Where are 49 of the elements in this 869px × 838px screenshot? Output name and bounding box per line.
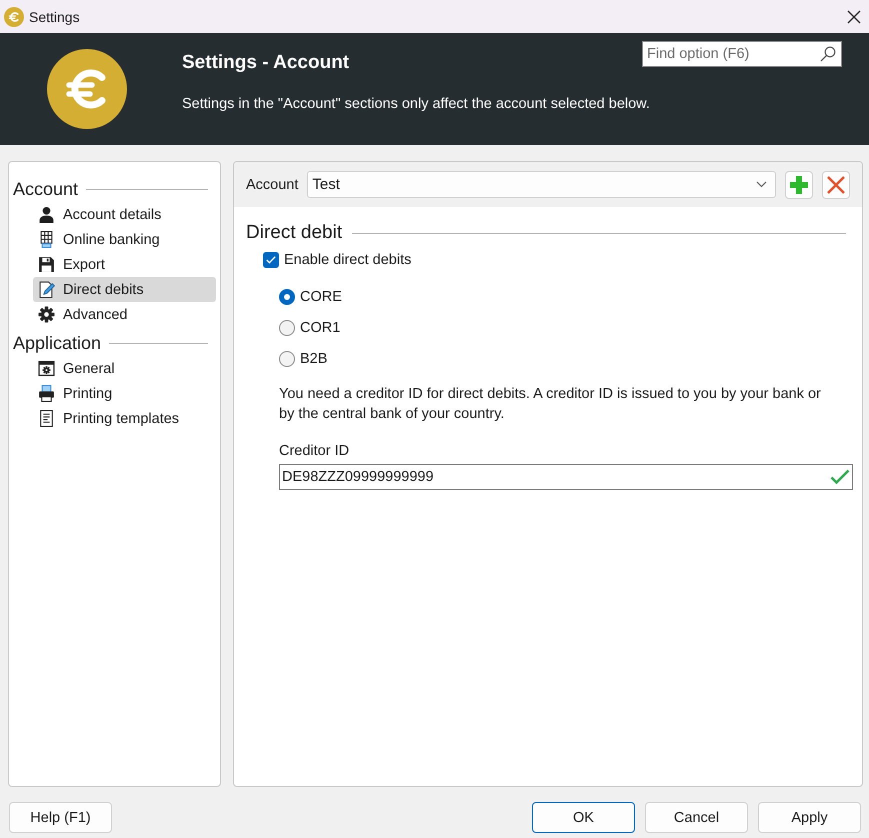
section-heading: Direct debit [246,221,342,245]
keypad-icon [38,231,55,248]
radio-label[interactable]: CORE [300,289,342,305]
person-icon [38,206,55,223]
checkbox-label[interactable]: Enable direct debits [284,252,412,268]
search-field[interactable]: Find option (F6) [642,41,842,67]
gear-icon [38,306,55,323]
search-icon [820,46,836,62]
radio-button[interactable] [279,351,295,367]
dialog-button[interactable]: OK [532,802,635,833]
dialog-button[interactable]: Cancel [645,802,748,833]
field-label: Account [246,176,298,192]
radio-label[interactable]: B2B [300,351,328,367]
group-heading: Account [13,178,78,201]
sidebar-item[interactable]: Export [33,252,216,277]
dialog-button[interactable]: Help (F1) [9,802,112,833]
field-label: Creditor ID [279,442,350,461]
checkbox[interactable] [263,252,279,268]
printer-icon [38,385,55,402]
document-icon [38,410,55,427]
creditor-id-field[interactable]: DE98ZZZ09999999999 [279,464,853,490]
window-title: Settings [29,8,80,24]
plus-icon [789,174,809,194]
account-dropdown[interactable]: Test [307,171,776,198]
sidebar-item[interactable]: Advanced [33,302,216,327]
sidebar-item[interactable]: Direct debits [33,277,216,302]
euro-coin-icon [47,49,127,129]
dialog-button[interactable]: Apply [758,802,861,833]
page-description: Settings in the "Account" sections only affect the account selected below. [182,95,651,114]
checkmark-icon [266,256,276,264]
edit-document-icon [38,281,55,298]
euro-coin-icon [4,6,24,26]
radio-button[interactable] [279,320,295,336]
close-icon [847,10,861,24]
radio-button[interactable] [279,289,295,305]
sidebar-item[interactable]: Printing [33,381,216,406]
radio-label[interactable]: COR1 [300,320,340,336]
chevron-down-icon [756,181,767,188]
delete-account-button[interactable] [822,170,850,198]
cross-icon [826,174,846,194]
sidebar-item[interactable]: Online banking [33,227,216,252]
sidebar-item[interactable]: General [33,356,216,381]
window-gear-icon [38,360,55,377]
page-title: Settings - Account [182,51,350,75]
help-text: You need a creditor ID for direct debits. A creditor ID is issued to you by your bank or by the central bank of your country. [279,385,822,424]
add-account-button[interactable] [785,170,813,198]
sidebar-item[interactable]: Printing templates [33,406,216,431]
sidebar-item[interactable]: Account details [33,202,216,227]
group-heading: Application [13,332,102,355]
